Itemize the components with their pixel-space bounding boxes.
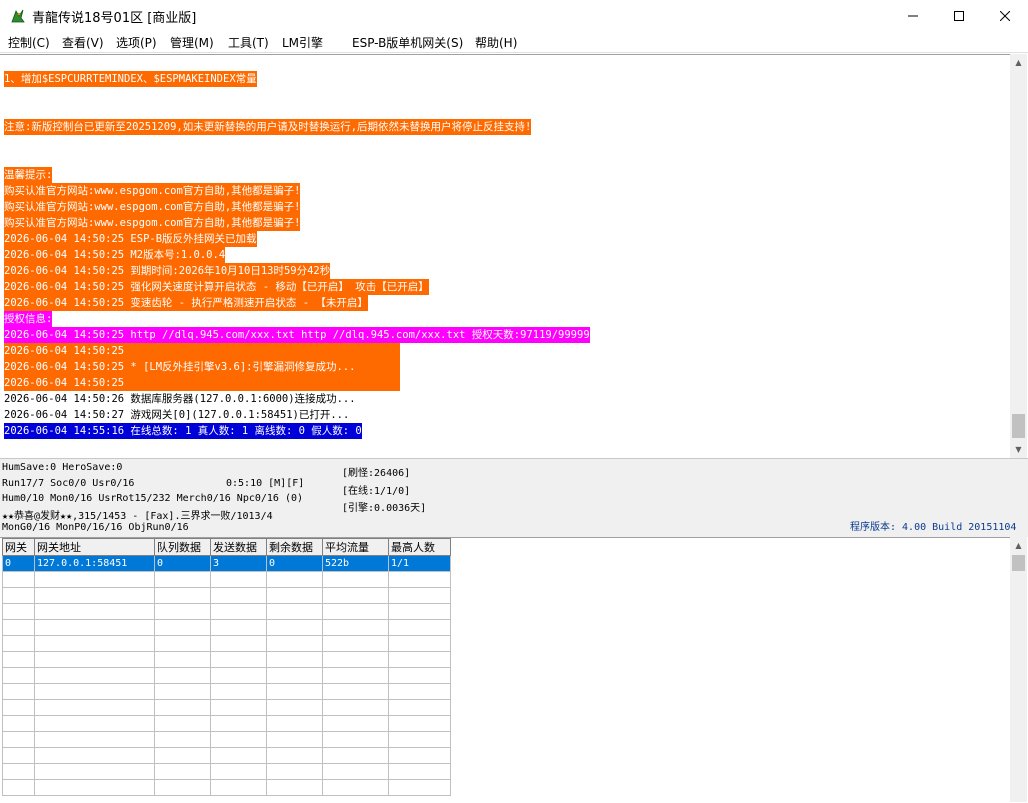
window-title: 青龍传说18号01区 [商业版]: [32, 11, 197, 26]
status-refresh-monster: [刷怪:26406]: [342, 468, 411, 479]
log-line: 2026-06-04 14:50:25: [4, 375, 400, 391]
log-line: 1、增加$ESPCURRTEMINDEX、$ESPMAKEINDEX常量: [4, 71, 257, 87]
log-line: 购买认准官方网站:www.espgom.com官方自助,其他都是骗子!: [4, 183, 301, 199]
status-panel: HumSave:0 HeroSave:0 Run17/7 Soc0/0 Usr0…: [0, 458, 1028, 537]
log-scrollbar[interactable]: ▲ ▼: [1010, 54, 1027, 458]
menu-help[interactable]: 帮助(H): [475, 34, 517, 51]
status-uptime: 0:5:10 [M][F]: [226, 478, 305, 489]
log-line: 2026-06-04 14:50:25 M2版本号:1.0.0.4: [4, 247, 226, 263]
table-row[interactable]: [2, 635, 451, 652]
menu-lm-engine[interactable]: LM引擎: [282, 34, 323, 51]
col-queue-data[interactable]: 队列数据: [154, 538, 211, 556]
cell-remaining: 0: [266, 555, 323, 572]
scroll-up-icon[interactable]: ▲: [1010, 54, 1027, 71]
table-row[interactable]: [2, 763, 451, 780]
log-line: 2026-06-04 14:50:25 * [LM反外挂引擎v3.6]:引擎漏洞…: [4, 359, 400, 375]
table-row[interactable]: [2, 667, 451, 684]
gateway-table: 网关 网关地址 队列数据 发送数据 剩余数据 平均流量 最高人数 0 127.0…: [2, 538, 451, 796]
col-gateway-address[interactable]: 网关地址: [34, 538, 155, 556]
table-row[interactable]: [2, 683, 451, 700]
cell-avg: 522b: [322, 555, 389, 572]
col-avg-traffic[interactable]: 平均流量: [322, 538, 389, 556]
status-humsave: HumSave:0 HeroSave:0: [2, 462, 123, 473]
cell-send: 3: [210, 555, 267, 572]
log-line: 注意:新版控制台已更新至20251209,如未更新替换的用户请及时替换运行,后期…: [4, 119, 532, 135]
status-mong: MonG0/16 MonP0/16/16 ObjRun0/16: [2, 522, 189, 533]
app-dragon-icon: [11, 9, 25, 23]
status-run: Run17/7 Soc0/0 Usr0/16: [2, 478, 135, 489]
status-engine: [引擎:0.0036天]: [342, 503, 427, 514]
status-hum: Hum0/10 Mon0/16 UsrRot15/232 Merch0/16 N…: [2, 493, 304, 504]
menu-view[interactable]: 查看(V): [62, 34, 104, 51]
log-panel[interactable]: 1、增加$ESPCURRTEMINDEX、$ESPMAKEINDEX常量 注意:…: [0, 54, 1010, 459]
table-row[interactable]: [2, 619, 451, 636]
col-max-users[interactable]: 最高人数: [388, 538, 451, 556]
cell-address: 127.0.0.1:58451: [34, 555, 155, 572]
scroll-down-icon[interactable]: ▼: [1010, 441, 1027, 458]
gateway-grid: 网关 网关地址 队列数据 发送数据 剩余数据 平均流量 最高人数 0 127.0…: [0, 537, 1010, 803]
program-version: 程序版本: 4.00 Build 20151104: [850, 522, 1017, 533]
maximize-button[interactable]: [936, 0, 982, 32]
cell-max: 1/1: [388, 555, 451, 572]
table-row[interactable]: [2, 699, 451, 716]
minimize-icon: [908, 15, 918, 17]
log-line: 2026-06-04 14:50:25 到期时间:2026年10月10日13时5…: [4, 263, 331, 279]
close-button[interactable]: [982, 0, 1028, 32]
log-line: 温馨提示:: [4, 167, 53, 183]
table-row[interactable]: [2, 651, 451, 668]
menu-options[interactable]: 选项(P): [116, 34, 157, 51]
table-row[interactable]: [2, 731, 451, 748]
log-line: 购买认准官方网站:www.espgom.com官方自助,其他都是骗子!: [4, 215, 301, 231]
col-remaining-data[interactable]: 剩余数据: [266, 538, 323, 556]
table-row[interactable]: [2, 587, 451, 604]
table-row[interactable]: [2, 603, 451, 620]
grid-scrollbar[interactable]: ▲: [1010, 537, 1027, 802]
menu-control[interactable]: 控制(C): [8, 34, 50, 51]
table-row[interactable]: [2, 747, 451, 764]
col-send-data[interactable]: 发送数据: [210, 538, 267, 556]
log-line: 授权信息:: [4, 311, 53, 327]
maximize-icon: [954, 11, 964, 21]
menu-esp-gateway[interactable]: ESP-B版单机网关(S): [352, 34, 463, 51]
scroll-up-icon[interactable]: ▲: [1010, 537, 1027, 554]
table-row[interactable]: [2, 779, 451, 796]
menu-manage[interactable]: 管理(M): [170, 34, 214, 51]
scroll-thumb[interactable]: [1012, 555, 1025, 571]
log-line: 2026-06-04 14:50:27 游戏网关[0](127.0.0.1:58…: [4, 409, 350, 421]
title-bar: 青龍传说18号01区 [商业版]: [0, 0, 1028, 32]
log-line: 2026-06-04 14:50:25 强化网关速度计算开启状态 - 移动【已开…: [4, 279, 429, 295]
close-icon: [1000, 11, 1010, 21]
cell-gateway: 0: [2, 555, 35, 572]
table-row[interactable]: 0 127.0.0.1:58451 0 3 0 522b 1/1: [2, 555, 451, 572]
log-line: 2026-06-04 14:50:25 ESP-B版反外挂网关已加载: [4, 231, 257, 247]
log-line: 购买认准官方网站:www.espgom.com官方自助,其他都是骗子!: [4, 199, 301, 215]
log-line: 2026-06-04 14:50:25: [4, 343, 400, 359]
table-header-row: 网关 网关地址 队列数据 发送数据 剩余数据 平均流量 最高人数: [2, 538, 451, 556]
menu-tools[interactable]: 工具(T): [228, 34, 269, 51]
cell-queue: 0: [154, 555, 211, 572]
menu-bar: 控制(C) 查看(V) 选项(P) 管理(M) 工具(T) LM引擎 ESP-B…: [0, 32, 1028, 53]
log-line: 2026-06-04 14:50:26 数据库服务器(127.0.0.1:600…: [4, 393, 356, 405]
log-line: 2026-06-04 14:50:25 变速齿轮 - 执行严格测速开启状态 - …: [4, 295, 368, 311]
status-broadcast: ★★恭喜@发财★★,315/1453 - [Fax].三界求一败/1013/4: [2, 511, 273, 522]
log-line: 2026-06-04 14:50:25 http //dlq.945.com/x…: [4, 327, 590, 343]
table-row[interactable]: [2, 715, 451, 732]
log-line: 2026-06-04 14:55:16 在线总数: 1 真人数: 1 离线数: …: [4, 423, 362, 439]
scroll-thumb[interactable]: [1012, 414, 1025, 438]
status-online: [在线:1/1/0]: [342, 486, 411, 497]
col-gateway[interactable]: 网关: [2, 538, 35, 556]
table-row[interactable]: [2, 571, 451, 588]
minimize-button[interactable]: [890, 0, 936, 32]
